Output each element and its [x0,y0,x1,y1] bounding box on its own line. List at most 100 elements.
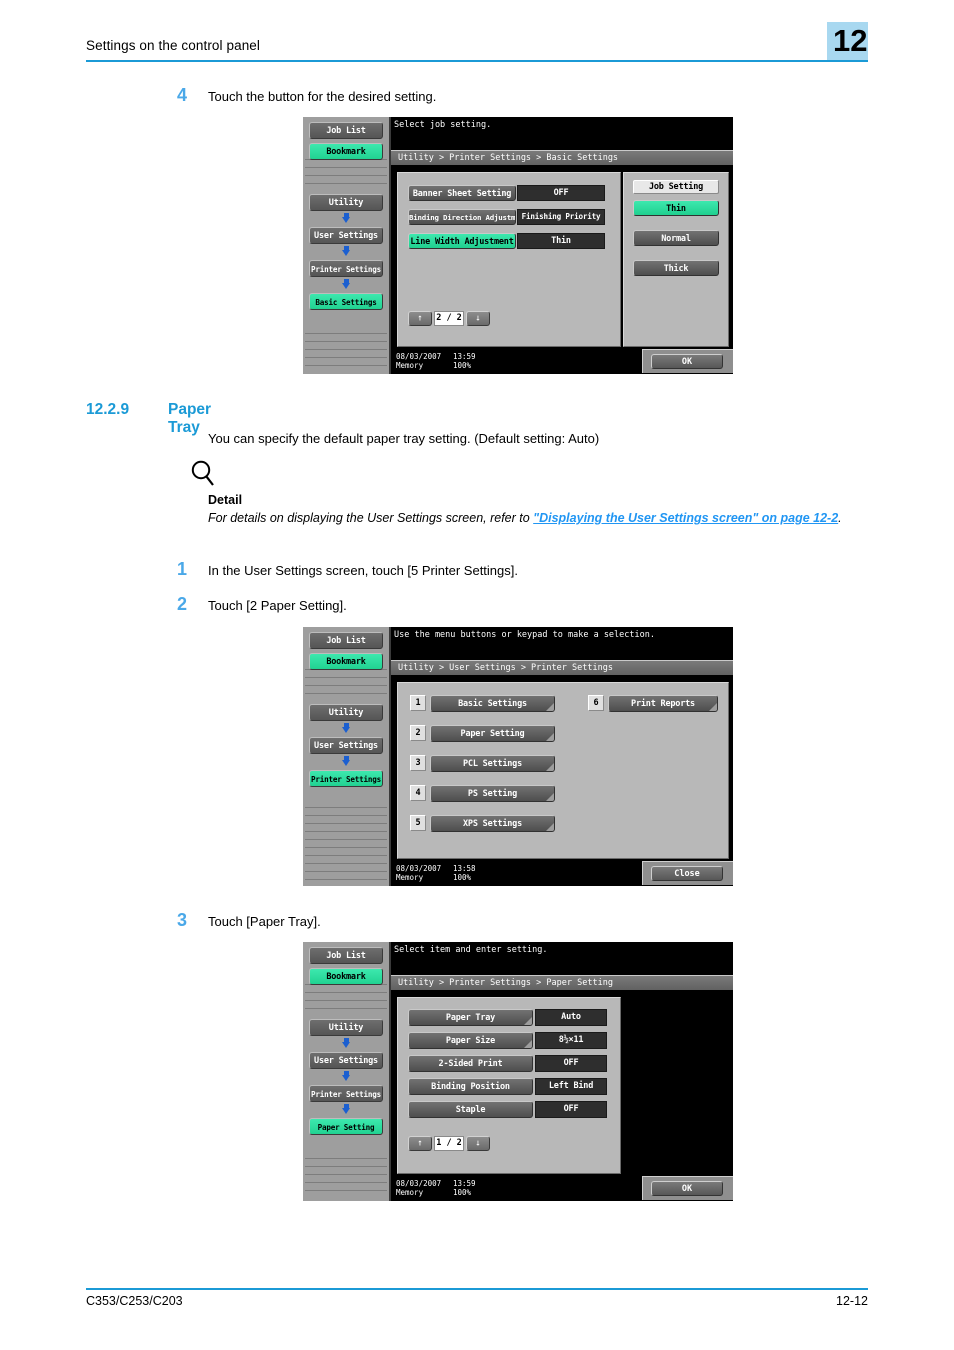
panel1-option-thin-button[interactable]: Thin [633,200,719,216]
panel3-row-binding-position-button[interactable]: Binding Position [408,1078,533,1095]
panel3-row-2-value-text: OFF [563,1058,579,1068]
panel2-printer-settings-button[interactable]: Printer Settings [309,770,383,787]
panel2-menu-ps-setting-button[interactable]: PS Setting [430,785,555,802]
detail-title: Detail [208,493,243,507]
panel2-menu-3-index: 4 [410,785,426,801]
panel3-printer-settings-button[interactable]: Printer Settings [309,1085,383,1102]
panel1-page-up-button[interactable]: ↑ [408,311,432,326]
panel2-user-settings-button[interactable]: User Settings [309,737,383,754]
panel1-bookmark-button[interactable]: Bookmark [309,143,383,160]
page-header: Settings on the control panel 12 [86,22,868,72]
panel1-status-date: 08/03/2007 [396,352,442,361]
panel2-status-memory-value: 100% [453,873,472,882]
panel3-row-2-value: OFF [535,1055,607,1072]
panel2-bookmark-button[interactable]: Bookmark [309,653,383,670]
footer-page-number: 12-12 [836,1294,868,1308]
panel2-close-label: Close [674,869,700,879]
panel3-user-settings-button[interactable]: User Settings [309,1052,383,1069]
panel1-basic-settings-label: Basic Settings [315,298,377,307]
panel2-job-list-label: Job List [326,636,366,646]
header-title: Settings on the control panel [86,38,261,53]
panel2-menu-pcl-settings-button[interactable]: PCL Settings [430,755,555,772]
panel1-row-1-label-button[interactable]: Binding Direction Adjustment [408,209,516,225]
panel2-bookmark-label: Bookmark [326,657,366,667]
panel3-row-1-label: Paper Size [445,1036,496,1046]
panel2-job-list-button[interactable]: Job List [309,632,383,649]
detail-body: For details on displaying the User Setti… [208,510,880,527]
panel1-row-0-label-button[interactable]: Banner Sheet Setting [408,185,516,201]
panel3-row-4-value-text: OFF [563,1104,579,1114]
panel1-settings-pane: Banner Sheet Setting OFF Binding Directi… [397,172,621,347]
panel1-row-1-value-text: Finishing Priority [521,212,601,221]
step-2-text: Touch [2 Paper Setting]. [208,598,347,613]
panel3-settings-pane: Paper Tray Auto Paper Size 8½×11 2-Sided… [397,997,621,1174]
panel1-user-settings-button[interactable]: User Settings [309,227,383,244]
panel3-row-staple-button[interactable]: Staple [408,1101,533,1118]
panel2-user-settings-label: User Settings [314,741,378,751]
panel1-row-0-value-text: OFF [553,188,569,198]
panel3-row-paper-size-button[interactable]: Paper Size [408,1032,533,1049]
panel2-menu-basic-settings-button[interactable]: Basic Settings [430,695,555,712]
panel3-ok-button[interactable]: OK [651,1181,723,1196]
panel1-utility-button[interactable]: Utility [309,194,383,211]
panel3-page-up-button[interactable]: ↑ [408,1136,432,1151]
panel3-row-1-value-text: 8½×11 [558,1035,584,1045]
panel3-arrow-down-icon-1 [342,1038,351,1049]
panel1-page-down-button[interactable]: ↓ [466,311,490,326]
panel3-row-2sided-print-button[interactable]: 2-Sided Print [408,1055,533,1072]
panel1-row-0-value: OFF [517,185,605,201]
panel1-page-indicator: 2 / 2 [434,311,464,326]
panel2-close-zone: Close [642,861,733,885]
panel1-row-2-value: Thin [517,233,605,249]
panel2-menu-4-label: XPS Settings [462,819,522,829]
panel1-status-memory-label: Memory [396,361,424,370]
detail-cross-reference-link[interactable]: "Displaying the User Settings screen" on… [533,511,838,525]
panel2-menu-print-reports-button[interactable]: Print Reports [608,695,718,712]
panel1-option-normal-button[interactable]: Normal [633,230,719,246]
panel2-close-button[interactable]: Close [651,866,723,881]
panel3-arrow-down-icon-3 [342,1104,351,1115]
panel1-option-1-label: Normal [661,234,691,244]
panel1-option-thick-button[interactable]: Thick [633,260,719,276]
panel1-job-list-button[interactable]: Job List [309,122,383,139]
panel1-arrow-up-icon: ↑ [417,313,423,323]
panel2-utility-button[interactable]: Utility [309,704,383,721]
panel3-row-3-value: Left Bind [535,1078,607,1095]
control-panel-screenshot-3: Job List Bookmark Utility User Settings … [303,942,733,1201]
panel2-menu-4-index: 5 [410,815,426,831]
panel1-ok-button[interactable]: OK [651,354,723,369]
panel3-utility-button[interactable]: Utility [309,1019,383,1036]
panel3-page-down-button[interactable]: ↓ [466,1136,490,1151]
panel2-menu-paper-setting-button[interactable]: Paper Setting [430,725,555,742]
magnifier-icon [191,460,214,486]
panel1-option-0-label: Thin [666,204,686,214]
panel3-bookmark-button[interactable]: Bookmark [309,968,383,985]
panel1-printer-settings-button[interactable]: Printer Settings [309,260,383,277]
panel3-row-1-value: 8½×11 [535,1032,607,1049]
panel1-row-2-label-button[interactable]: Line Width Adjustment [408,233,516,249]
panel3-job-list-button[interactable]: Job List [309,947,383,964]
panel1-arrow-down-icon-3 [342,279,351,290]
panel2-arrow-down-icon-2 [342,756,351,767]
panel3-paper-setting-button[interactable]: Paper Setting [309,1118,383,1135]
chapter-number: 12 [833,23,868,58]
panel1-sidebar: Job List Bookmark Utility User Settings … [303,117,391,374]
footer-model: C353/C253/C203 [86,1294,183,1308]
panel3-status-memory-label: Memory [396,1188,424,1197]
panel3-arrow-down-icon: ↓ [475,1138,481,1148]
panel1-options-title: Job Setting [633,180,719,194]
panel1-row-1-value: Finishing Priority [517,209,605,225]
panel3-prompt-area: Select item and enter setting. [391,942,733,975]
panel2-sidebar: Job List Bookmark Utility User Settings … [303,627,391,886]
panel3-row-paper-tray-button[interactable]: Paper Tray [408,1009,533,1026]
step-4-number: 4 [177,85,188,105]
panel1-basic-settings-button[interactable]: Basic Settings [309,293,383,310]
panel3-prompt-text: Select item and enter setting. [394,945,548,955]
panel3-paper-setting-label: Paper Setting [317,1123,375,1132]
panel2-menu-xps-settings-button[interactable]: XPS Settings [430,815,555,832]
panel3-row-0-value: Auto [535,1009,607,1026]
panel1-row-2-value-text: Thin [551,236,571,246]
panel1-arrow-down-icon-2 [342,246,351,257]
panel3-row-4-label: Staple [455,1105,486,1115]
panel3-row-3-label: Binding Position [431,1082,510,1092]
